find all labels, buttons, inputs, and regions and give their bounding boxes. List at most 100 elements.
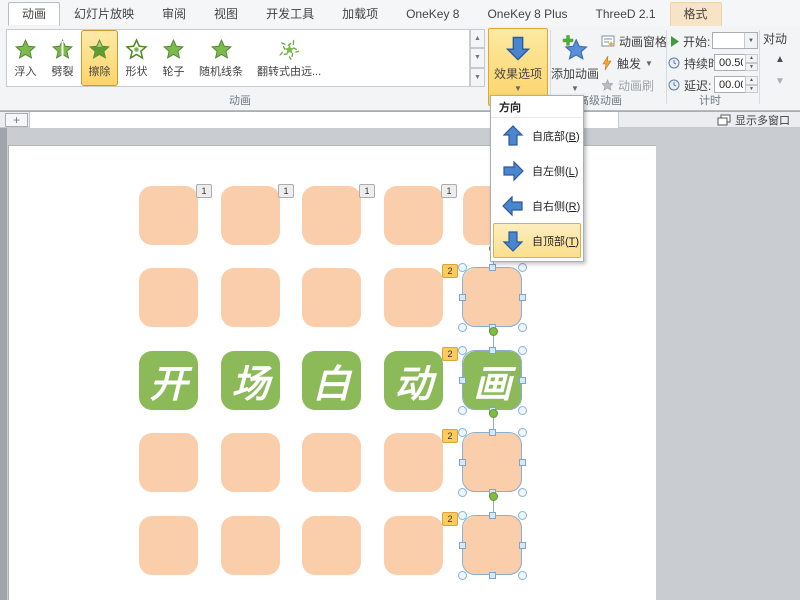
rotation-handle[interactable] bbox=[489, 327, 498, 336]
show-multiple-windows-button[interactable]: 显示多窗口 bbox=[717, 113, 790, 127]
start-combobox[interactable]: ▼ bbox=[712, 32, 758, 49]
gallery-item-1[interactable]: 浮入 bbox=[7, 30, 44, 86]
star-half-icon bbox=[88, 38, 111, 61]
shape-square[interactable] bbox=[221, 433, 280, 492]
arrow-right-icon bbox=[501, 159, 525, 183]
group-label-animation: 动画 bbox=[200, 92, 280, 106]
selection-handle[interactable] bbox=[458, 263, 467, 272]
selection-handle[interactable] bbox=[458, 571, 467, 580]
gallery-scroll-up-button[interactable]: ▲ bbox=[470, 29, 485, 48]
animation-order-badge[interactable]: 2 bbox=[442, 347, 458, 361]
selection-handle[interactable] bbox=[458, 488, 467, 497]
selection-handle[interactable] bbox=[518, 511, 527, 520]
menu-item-from-left[interactable]: 自右侧(R) bbox=[493, 188, 581, 223]
shape-square[interactable] bbox=[221, 268, 280, 327]
ribbon-tab-9[interactable]: ThreeD 2.1 bbox=[582, 2, 670, 26]
shape-square[interactable] bbox=[302, 268, 361, 327]
gallery-item-7[interactable]: 翻转式由远... bbox=[250, 30, 328, 86]
star-solid-icon bbox=[14, 38, 37, 61]
trigger-label: 触发 bbox=[617, 55, 641, 72]
selection-handle[interactable] bbox=[458, 323, 467, 332]
shape-square[interactable] bbox=[463, 516, 522, 575]
shape-square[interactable] bbox=[302, 516, 361, 575]
calligraphy-character: 白 bbox=[302, 351, 361, 410]
ribbon-tab-8[interactable]: OneKey 8 Plus bbox=[473, 2, 581, 26]
selection-handle[interactable] bbox=[518, 571, 527, 580]
gallery-item-label: 浮入 bbox=[15, 63, 37, 79]
animation-order-badge[interactable]: 2 bbox=[442, 429, 458, 443]
shape-square[interactable] bbox=[384, 433, 443, 492]
start-label: 开始: bbox=[683, 33, 710, 50]
ribbon-tab-6[interactable]: 加载项 bbox=[328, 2, 392, 26]
gallery-scroll-down-button[interactable]: ▼ bbox=[470, 48, 485, 67]
group-label-timing: 计时 bbox=[678, 92, 742, 106]
move-later-button[interactable]: ▼ bbox=[770, 76, 790, 90]
shape-square[interactable] bbox=[139, 268, 198, 327]
animation-order-badge[interactable]: 2 bbox=[442, 512, 458, 526]
rotation-handle-stem bbox=[493, 417, 494, 430]
ribbon-tab-1[interactable]: 动画 bbox=[8, 2, 60, 26]
ribbon-tab-7[interactable]: OneKey 8 bbox=[392, 2, 473, 26]
shape-char-square[interactable]: 场 bbox=[221, 351, 280, 410]
ribbon-tab-4[interactable]: 视图 bbox=[200, 2, 252, 26]
gallery-item-2[interactable]: 劈裂 bbox=[44, 30, 81, 86]
delay-label: 延迟: bbox=[684, 77, 711, 94]
selection-handle[interactable] bbox=[518, 263, 527, 272]
shape-square[interactable] bbox=[384, 268, 443, 327]
menu-item-from-up[interactable]: 自底部(B) bbox=[493, 118, 581, 153]
ribbon-tab-5[interactable]: 开发工具 bbox=[252, 2, 328, 26]
ribbon-tab-2[interactable]: 幻灯片放映 bbox=[60, 2, 148, 26]
chevron-down-icon: ▼ bbox=[645, 59, 653, 68]
animation-order-badge[interactable]: 1 bbox=[196, 184, 212, 198]
menu-header-direction: 方向 bbox=[491, 96, 583, 118]
shape-char-square[interactable]: 动 bbox=[384, 351, 443, 410]
selection-handle[interactable] bbox=[518, 428, 527, 437]
ribbon-tab-10[interactable]: 格式 bbox=[670, 2, 722, 26]
animation-style-gallery: 浮入劈裂擦除形状轮子随机线条翻转式由远... bbox=[6, 29, 470, 87]
shape-square[interactable] bbox=[139, 433, 198, 492]
shape-square[interactable] bbox=[139, 516, 198, 575]
selection-handle[interactable] bbox=[518, 488, 527, 497]
shape-square[interactable] bbox=[384, 186, 443, 245]
trigger-button[interactable]: 触发 ▼ bbox=[601, 54, 653, 72]
powerpoint-window: 动画幻灯片放映审阅视图开发工具加载项OneKey 8OneKey 8 PlusT… bbox=[0, 0, 800, 600]
animation-order-badge[interactable]: 2 bbox=[442, 264, 458, 278]
move-earlier-button[interactable]: ▲ bbox=[770, 54, 790, 68]
shape-char-square[interactable]: 画 bbox=[463, 351, 522, 410]
ribbon-tab-3[interactable]: 审阅 bbox=[148, 2, 200, 26]
canvas-left-edge bbox=[0, 128, 7, 600]
gallery-item-3[interactable]: 擦除 bbox=[81, 30, 118, 86]
gallery-item-6[interactable]: 随机线条 bbox=[192, 30, 250, 86]
shape-char-square[interactable]: 白 bbox=[302, 351, 361, 410]
animation-order-badge[interactable]: 1 bbox=[359, 184, 375, 198]
shape-square[interactable] bbox=[463, 268, 522, 327]
selection-handle[interactable] bbox=[458, 428, 467, 437]
selection-handle[interactable] bbox=[518, 323, 527, 332]
delay-spinner[interactable]: ▲▼ bbox=[745, 76, 758, 93]
shape-square[interactable] bbox=[221, 186, 280, 245]
animation-pane-button[interactable]: 动画窗格 bbox=[601, 32, 667, 50]
menu-item-from-down[interactable]: 自顶部(T) bbox=[493, 223, 581, 258]
chevron-down-icon[interactable]: ▼ bbox=[744, 33, 757, 48]
new-tab-button[interactable]: + bbox=[5, 113, 28, 127]
shape-square[interactable] bbox=[302, 433, 361, 492]
selection-handle[interactable] bbox=[458, 511, 467, 520]
menu-item-from-right[interactable]: 自左侧(L) bbox=[493, 153, 581, 188]
animation-pane-icon bbox=[601, 34, 615, 48]
shape-square[interactable] bbox=[463, 433, 522, 492]
document-tab-strip: + 显示多窗口 bbox=[0, 111, 800, 128]
gallery-more-button[interactable]: ▼ bbox=[470, 68, 485, 87]
gallery-item-5[interactable]: 轮子 bbox=[155, 30, 192, 86]
shape-square[interactable] bbox=[302, 186, 361, 245]
animation-order-badge[interactable]: 1 bbox=[441, 184, 457, 198]
shape-square[interactable] bbox=[139, 186, 198, 245]
rotation-handle[interactable] bbox=[489, 492, 498, 501]
gallery-item-4[interactable]: 形状 bbox=[118, 30, 155, 86]
shape-square[interactable] bbox=[384, 516, 443, 575]
duration-spinner[interactable]: ▲▼ bbox=[745, 54, 758, 71]
shape-square[interactable] bbox=[221, 516, 280, 575]
shape-char-square[interactable]: 开 bbox=[139, 351, 198, 410]
animation-order-badge[interactable]: 1 bbox=[278, 184, 294, 198]
rotation-handle[interactable] bbox=[489, 409, 498, 418]
calligraphy-character: 场 bbox=[221, 351, 280, 410]
